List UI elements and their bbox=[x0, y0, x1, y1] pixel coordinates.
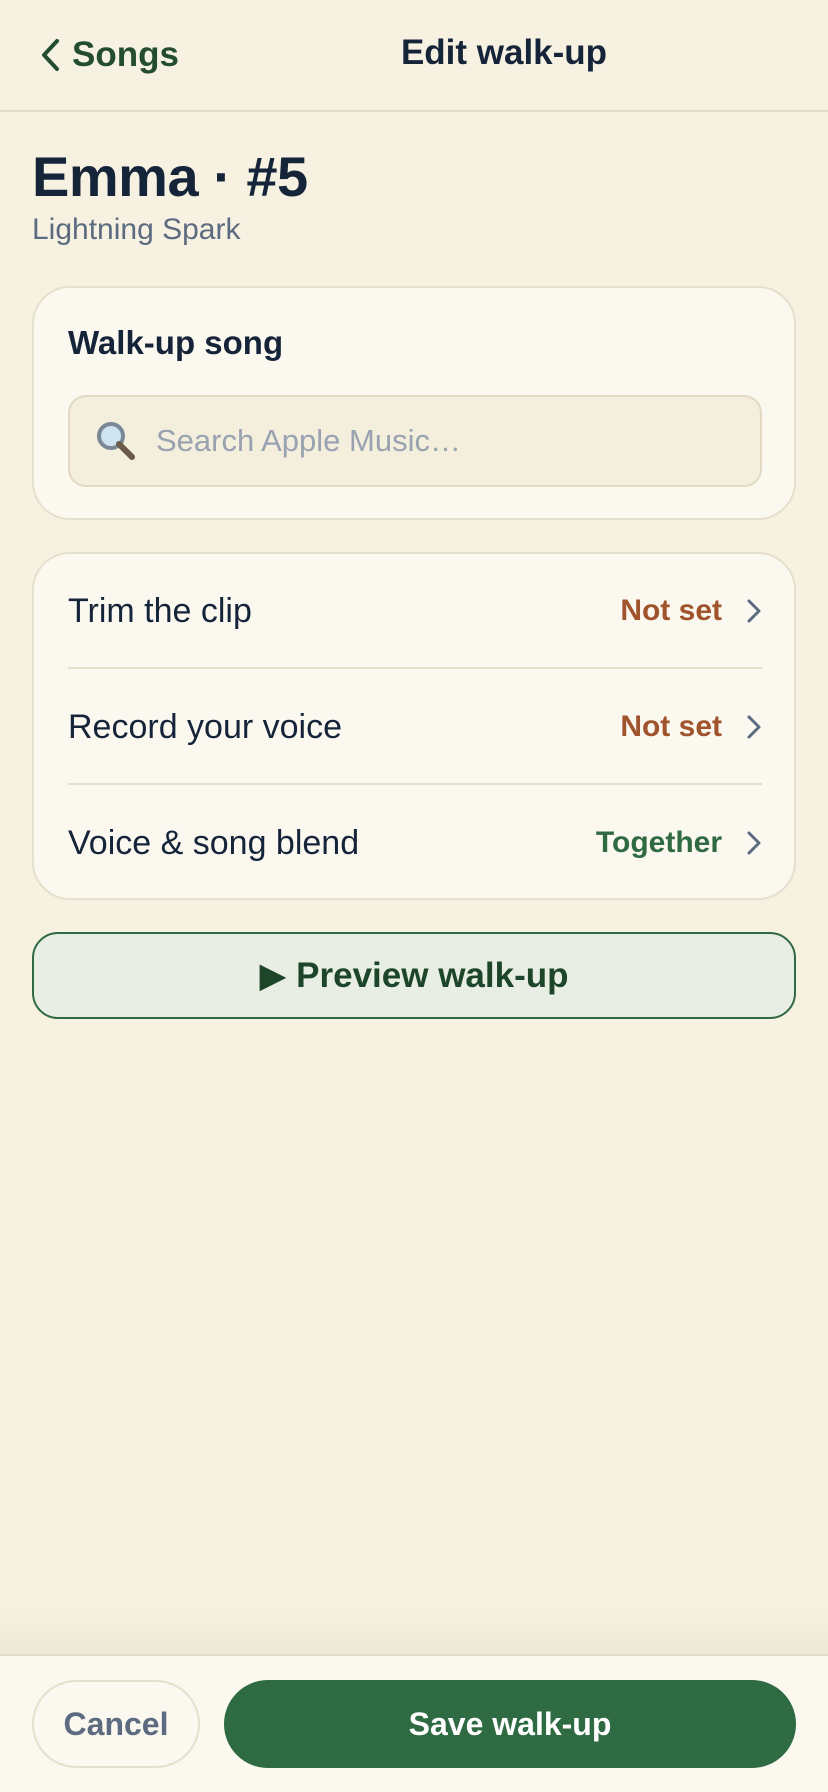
preview-walkup-label: ▶ Preview walk-up bbox=[259, 955, 569, 995]
record-voice-status: Not set bbox=[620, 710, 722, 743]
cancel-button[interactable]: Cancel bbox=[32, 1680, 200, 1768]
options-card: Trim the clip Not set Record your voice … bbox=[32, 552, 796, 900]
save-walkup-button[interactable]: Save walk-up bbox=[224, 1680, 796, 1768]
row-divider bbox=[68, 783, 762, 785]
search-input[interactable] bbox=[154, 422, 738, 460]
trim-clip-status: Not set bbox=[620, 594, 722, 627]
footer-bar: Cancel Save walk-up bbox=[0, 1654, 828, 1792]
page-title: Edit walk-up bbox=[0, 33, 828, 73]
chevron-right-icon bbox=[747, 831, 761, 855]
player-name: Emma · #5 bbox=[32, 145, 308, 208]
voice-song-blend-label: Voice & song blend bbox=[68, 823, 360, 862]
footer-shadow bbox=[0, 1604, 828, 1654]
voice-song-blend-row[interactable]: Voice & song blend Together bbox=[68, 786, 762, 900]
search-icon bbox=[97, 422, 135, 460]
team-name: Lightning Spark bbox=[32, 213, 241, 246]
chevron-right-icon bbox=[747, 715, 761, 739]
walkup-song-card: Walk-up song bbox=[32, 286, 796, 520]
search-box[interactable] bbox=[68, 395, 762, 487]
preview-walkup-button[interactable]: ▶ Preview walk-up bbox=[32, 932, 796, 1019]
trim-clip-row[interactable]: Trim the clip Not set bbox=[68, 554, 762, 668]
row-divider bbox=[68, 667, 762, 669]
voice-song-blend-status: Together bbox=[595, 826, 722, 859]
trim-clip-label: Trim the clip bbox=[68, 591, 252, 630]
chevron-right-icon bbox=[747, 599, 761, 623]
walkup-song-title: Walk-up song bbox=[68, 324, 284, 361]
record-voice-label: Record your voice bbox=[68, 707, 343, 746]
navigation-bar: Songs Edit walk-up bbox=[0, 0, 828, 112]
page-title-text: Edit walk-up bbox=[400, 33, 608, 72]
record-voice-row[interactable]: Record your voice Not set bbox=[68, 670, 762, 784]
